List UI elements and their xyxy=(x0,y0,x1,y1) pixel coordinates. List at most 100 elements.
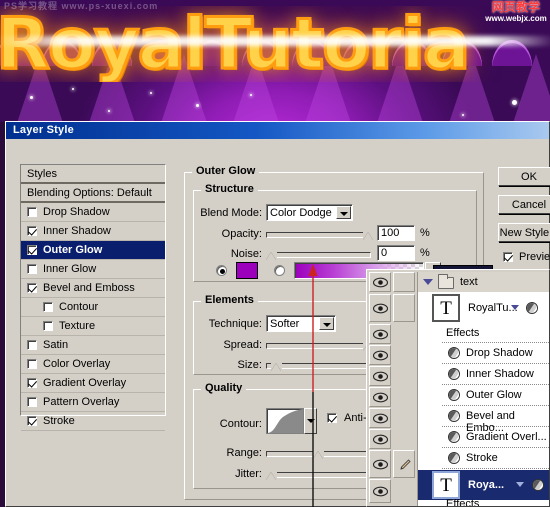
opacity-input[interactable]: 100 xyxy=(377,225,415,241)
layer-thumbnail[interactable]: T xyxy=(432,294,460,322)
eye-toggle[interactable] xyxy=(369,272,391,292)
sidebar-item-gradient-overlay[interactable]: Gradient Overlay xyxy=(21,374,165,393)
sidebar-item-outer-glow[interactable]: Outer Glow xyxy=(21,241,165,260)
fx-icon[interactable] xyxy=(532,479,544,491)
eye-toggle[interactable] xyxy=(369,294,391,322)
sidebar-item-bevel-and-emboss[interactable]: Bevel and Emboss xyxy=(21,279,165,298)
sidebar-item-inner-glow[interactable]: Inner Glow xyxy=(21,260,165,279)
checkbox-gradient-overlay[interactable] xyxy=(27,378,37,388)
checkbox-texture[interactable] xyxy=(43,321,53,331)
contour-preview[interactable] xyxy=(266,408,304,434)
glow-color-swatch[interactable] xyxy=(236,262,258,279)
effect-row-bevel-and-emboss[interactable]: Bevel and Embo... xyxy=(418,406,549,434)
effect-row-inner-shadow[interactable]: Inner Shadow xyxy=(418,364,549,385)
watermark-url-text: www.webjx.com xyxy=(485,14,547,23)
sidebar-item-blending-options[interactable]: Blending Options: Default xyxy=(21,184,165,203)
sidebar-item-label: Outer Glow xyxy=(43,244,103,256)
noise-input[interactable]: 0 xyxy=(377,245,415,261)
jitter-slider-thumb[interactable] xyxy=(266,469,278,480)
eye-icon xyxy=(373,350,388,361)
checkbox-outer-glow[interactable] xyxy=(27,245,37,255)
chevron-down-icon[interactable] xyxy=(319,317,334,330)
sidebar-item-contour[interactable]: Contour xyxy=(21,298,165,317)
checkbox-preview[interactable] xyxy=(503,252,513,262)
dialog-titlebar[interactable]: Layer Style xyxy=(6,122,549,139)
jitter-slider[interactable] xyxy=(266,469,371,480)
noise-slider-thumb[interactable] xyxy=(266,249,278,260)
checkbox-anti-aliased[interactable] xyxy=(327,413,337,423)
size-slider-thumb[interactable] xyxy=(271,360,283,371)
sidebar-item-drop-shadow[interactable]: Drop Shadow xyxy=(21,203,165,222)
fx-icon[interactable] xyxy=(448,410,460,422)
eye-toggle[interactable] xyxy=(369,345,391,365)
layer-group-row[interactable]: text xyxy=(418,272,549,292)
layer-row-selected[interactable]: T Roya... xyxy=(418,470,549,500)
range-slider[interactable] xyxy=(266,448,371,459)
effect-row-outer-glow[interactable]: Outer Glow xyxy=(418,385,549,406)
cancel-button[interactable]: Cancel xyxy=(498,195,550,214)
preview-checkbox-row[interactable]: Preview xyxy=(503,251,550,263)
dialog-title: Layer Style xyxy=(13,124,74,136)
checkbox-satin[interactable] xyxy=(27,340,37,350)
sidebar-item-satin[interactable]: Satin xyxy=(21,336,165,355)
checkbox-inner-glow[interactable] xyxy=(27,264,37,274)
contour-picker-chevron-icon[interactable] xyxy=(304,408,317,434)
fx-icon[interactable] xyxy=(526,302,538,314)
checkbox-contour[interactable] xyxy=(43,302,53,312)
eye-toggle[interactable] xyxy=(369,366,391,386)
sidebar-item-inner-shadow[interactable]: Inner Shadow xyxy=(21,222,165,241)
fx-icon[interactable] xyxy=(448,431,460,443)
checkbox-color-overlay[interactable] xyxy=(27,359,37,369)
chevron-down-icon[interactable] xyxy=(511,305,519,310)
visibility-column xyxy=(369,272,391,506)
spread-slider[interactable] xyxy=(266,340,375,351)
range-slider-thumb[interactable] xyxy=(313,448,325,459)
gradient-fill-radio[interactable] xyxy=(274,265,285,276)
opacity-slider-thumb[interactable] xyxy=(363,229,375,240)
sidebar-item-stroke[interactable]: Stroke xyxy=(21,412,165,431)
edit-layer-indicator[interactable] xyxy=(393,450,415,478)
technique-select[interactable]: Softer xyxy=(266,315,336,332)
checkbox-inner-shadow[interactable] xyxy=(27,226,37,236)
layer-thumbnail[interactable]: T xyxy=(432,471,460,499)
noise-slider[interactable] xyxy=(266,249,371,260)
effects-header-row[interactable]: Effects xyxy=(418,324,549,343)
link-toggle[interactable] xyxy=(393,294,415,322)
chevron-down-icon[interactable] xyxy=(336,206,351,219)
size-slider[interactable] xyxy=(266,360,371,371)
new-style-button[interactable]: New Style... xyxy=(498,223,550,242)
checkbox-drop-shadow[interactable] xyxy=(27,207,37,217)
effect-row-stroke[interactable]: Stroke xyxy=(418,448,549,469)
eye-toggle[interactable] xyxy=(369,324,391,344)
checkbox-bevel-and-emboss[interactable] xyxy=(27,283,37,293)
sidebar-item-pattern-overlay[interactable]: Pattern Overlay xyxy=(21,393,165,412)
eye-toggle[interactable] xyxy=(369,429,391,449)
blend-mode-select[interactable]: Color Dodge xyxy=(266,204,353,221)
checkbox-pattern-overlay[interactable] xyxy=(27,397,37,407)
link-toggle[interactable] xyxy=(393,272,415,292)
fx-icon[interactable] xyxy=(448,347,460,359)
checkbox-stroke[interactable] xyxy=(27,416,37,426)
chevron-down-icon[interactable] xyxy=(423,279,433,285)
effect-row-gradient-overlay[interactable]: Gradient Overl... xyxy=(418,427,549,448)
eye-toggle[interactable] xyxy=(369,479,391,503)
effect-row-drop-shadow[interactable]: Drop Shadow xyxy=(418,343,549,364)
sidebar-item-label: Satin xyxy=(43,339,69,351)
fx-icon[interactable] xyxy=(448,389,460,401)
ok-button[interactable]: OK xyxy=(498,167,550,186)
sidebar-item-label: Color Overlay xyxy=(43,358,111,370)
chevron-down-icon[interactable] xyxy=(516,482,524,487)
fx-icon[interactable] xyxy=(448,452,460,464)
effects-header-row[interactable]: Effects xyxy=(418,498,549,506)
eye-toggle[interactable] xyxy=(369,387,391,407)
sidebar-item-color-overlay[interactable]: Color Overlay xyxy=(21,355,165,374)
eye-toggle[interactable] xyxy=(369,450,391,478)
opacity-slider[interactable] xyxy=(266,229,375,240)
effect-label: Gradient Overl... xyxy=(466,431,547,443)
sidebar-item-texture[interactable]: Texture xyxy=(21,317,165,336)
layer-row[interactable]: T RoyalTu... xyxy=(418,293,549,323)
fx-icon[interactable] xyxy=(448,368,460,380)
eye-toggle[interactable] xyxy=(369,408,391,428)
contour-label: Contour: xyxy=(219,418,262,430)
solid-color-radio[interactable] xyxy=(216,265,227,276)
